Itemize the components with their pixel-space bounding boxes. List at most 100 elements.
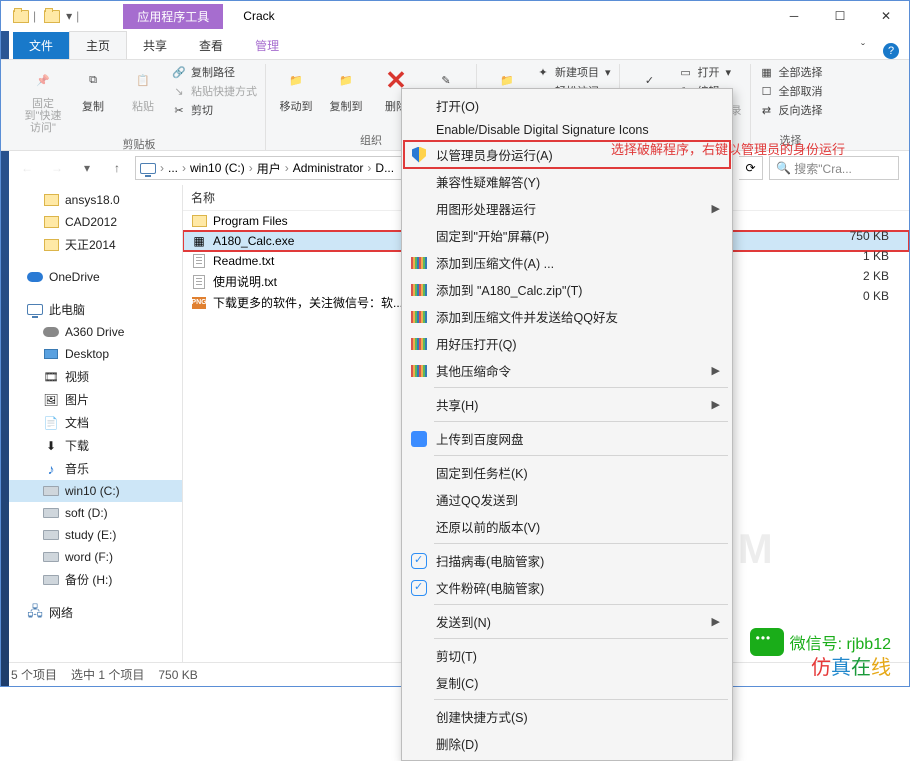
up-button[interactable]: ↑	[105, 156, 129, 180]
cm-delete[interactable]: 删除(D)	[404, 730, 730, 757]
nav-item-downloads[interactable]: ⬇下载	[1, 434, 182, 457]
qat-overflow[interactable]: ▾	[66, 9, 72, 23]
cm-goodzip[interactable]: 用好压打开(Q)	[404, 330, 730, 357]
archive-icon	[411, 284, 427, 296]
nav-item-desktop[interactable]: Desktop	[1, 343, 182, 365]
maximize-button[interactable]: ☐	[817, 1, 863, 31]
cut-button[interactable]: ✂剪切	[171, 102, 257, 118]
drive-icon	[43, 530, 59, 540]
cm-copy[interactable]: 复制(C)	[404, 669, 730, 696]
ribbon-tabs: 文件 主页 共享 查看 管理 ˇ ?	[1, 31, 909, 59]
pin-quickaccess-button[interactable]: 📌固定到"快速访问"	[21, 64, 65, 134]
help-icon[interactable]: ?	[883, 43, 899, 59]
cm-gpu[interactable]: 用图形处理器运行▶	[404, 195, 730, 222]
cm-pin-taskbar[interactable]: 固定到任务栏(K)	[404, 459, 730, 486]
archive-icon	[411, 311, 427, 323]
cm-cut[interactable]: 剪切(T)	[404, 642, 730, 669]
downloads-icon: ⬇	[43, 438, 59, 454]
nav-item-h[interactable]: 备份 (H:)	[1, 568, 182, 591]
tab-home[interactable]: 主页	[69, 31, 127, 59]
copyto-icon: 📁	[330, 64, 362, 96]
a360-icon	[43, 327, 59, 337]
forward-button[interactable]: →	[45, 156, 69, 180]
nav-item-d[interactable]: soft (D:)	[1, 502, 182, 524]
status-item-count: 5 个项目	[11, 666, 57, 683]
nav-item-onedrive[interactable]: OneDrive	[1, 266, 182, 288]
refresh-button[interactable]: ⟳	[739, 156, 763, 180]
cm-pin-start[interactable]: 固定到"开始"屏幕(P)	[404, 222, 730, 249]
nav-item-cad[interactable]: CAD2012	[1, 211, 182, 233]
cm-upload-baidu[interactable]: 上传到百度网盘	[404, 425, 730, 452]
search-input[interactable]: 🔍 搜索"Cra...	[769, 156, 899, 180]
network-icon: 🖧	[27, 605, 43, 621]
nav-item-network[interactable]: 🖧网络	[1, 601, 182, 624]
cm-add-zip[interactable]: 添加到 "A180_Calc.zip"(T)	[404, 276, 730, 303]
cm-shortcut[interactable]: 创建快捷方式(S)	[404, 703, 730, 730]
tab-file[interactable]: 文件	[13, 32, 69, 59]
minimize-button[interactable]: ─	[771, 1, 817, 31]
cm-send-to[interactable]: 发送到(N)▶	[404, 608, 730, 635]
cm-shred[interactable]: 文件粉碎(电脑管家)	[404, 574, 730, 601]
cm-open[interactable]: 打开(O)	[404, 92, 730, 119]
cm-send-qq[interactable]: 通过QQ发送到	[404, 486, 730, 513]
cm-add-archive[interactable]: 添加到压缩文件(A) ...	[404, 249, 730, 276]
crumb-admin[interactable]: Administrator	[293, 161, 364, 175]
crumb-drive[interactable]: win10 (C:)	[190, 161, 245, 175]
selectnone-icon: ☐	[759, 83, 775, 99]
nav-item-music[interactable]: ♪音乐	[1, 457, 182, 480]
cm-restore[interactable]: 还原以前的版本(V)	[404, 513, 730, 540]
context-menu: 打开(O) Enable/Disable Digital Signature I…	[401, 88, 733, 761]
copy-button[interactable]: ⧉复制	[71, 64, 115, 114]
paste-button[interactable]: 📋粘贴	[121, 64, 165, 114]
submenu-arrow-icon: ▶	[712, 202, 720, 215]
archive-icon	[411, 365, 427, 377]
back-button[interactable]: ←	[15, 156, 39, 180]
folder-icon	[44, 194, 59, 206]
cm-scan[interactable]: 扫描病毒(电脑管家)	[404, 547, 730, 574]
tab-manage[interactable]: 管理	[239, 32, 295, 59]
nav-item-videos[interactable]: 🎞视频	[1, 365, 182, 388]
nav-item-tianzheng[interactable]: 天正2014	[1, 233, 182, 256]
nav-item-thispc[interactable]: 此电脑	[1, 298, 182, 321]
cm-other-zip[interactable]: 其他压缩命令▶	[404, 357, 730, 384]
drive-icon	[43, 552, 59, 562]
nav-item-f[interactable]: word (F:)	[1, 546, 182, 568]
cloud-icon	[27, 272, 43, 282]
nav-item-pictures[interactable]: 🖼图片	[1, 388, 182, 411]
close-button[interactable]: ✕	[863, 1, 909, 31]
shield-icon	[412, 147, 426, 163]
tab-share[interactable]: 共享	[127, 32, 183, 59]
cm-share[interactable]: 共享(H)▶	[404, 391, 730, 418]
group-label-clipboard: 剪贴板	[123, 134, 156, 154]
paste-shortcut-button[interactable]: ↘粘贴快捷方式	[171, 83, 257, 99]
ribbon-collapse-button[interactable]: ˇ	[857, 37, 869, 59]
move-to-button[interactable]: 📁移动到	[274, 64, 318, 114]
select-all-button[interactable]: ▦全部选择	[759, 64, 823, 80]
cm-sig-toggle[interactable]: Enable/Disable Digital Signature Icons	[404, 119, 730, 141]
copy-path-button[interactable]: 🔗复制路径	[171, 64, 257, 80]
crumb-users[interactable]: 用户	[257, 160, 281, 177]
navigation-pane[interactable]: ansys18.0 CAD2012 天正2014 OneDrive 此电脑 A3…	[1, 185, 183, 662]
new-item-button[interactable]: ✦新建项目▾	[535, 64, 611, 80]
select-none-button[interactable]: ☐全部取消	[759, 83, 823, 99]
cm-compat[interactable]: 兼容性疑难解答(Y)	[404, 168, 730, 195]
crumb-more[interactable]: D...	[375, 161, 394, 175]
documents-icon: 📄	[43, 415, 59, 431]
music-icon: ♪	[43, 461, 59, 477]
recent-dropdown[interactable]: ▾	[75, 156, 99, 180]
cm-add-send-qq[interactable]: 添加到压缩文件并发送给QQ好友	[404, 303, 730, 330]
window-title: Crack	[243, 9, 274, 23]
nav-item-documents[interactable]: 📄文档	[1, 411, 182, 434]
pictures-icon: 🖼	[43, 392, 59, 408]
qat-open-icon[interactable]	[44, 10, 60, 23]
open-button[interactable]: ▭打开▾	[678, 64, 742, 80]
moveto-icon: 📁	[280, 64, 312, 96]
nav-item-a360[interactable]: A360 Drive	[1, 321, 182, 343]
copy-to-button[interactable]: 📁复制到	[324, 64, 368, 114]
nav-item-ansys[interactable]: ansys18.0	[1, 189, 182, 211]
nav-item-e[interactable]: study (E:)	[1, 524, 182, 546]
nav-item-c[interactable]: win10 (C:)	[1, 480, 182, 502]
copy-icon: ⧉	[77, 64, 109, 96]
invert-select-button[interactable]: ⇄反向选择	[759, 102, 823, 118]
tab-view[interactable]: 查看	[183, 32, 239, 59]
